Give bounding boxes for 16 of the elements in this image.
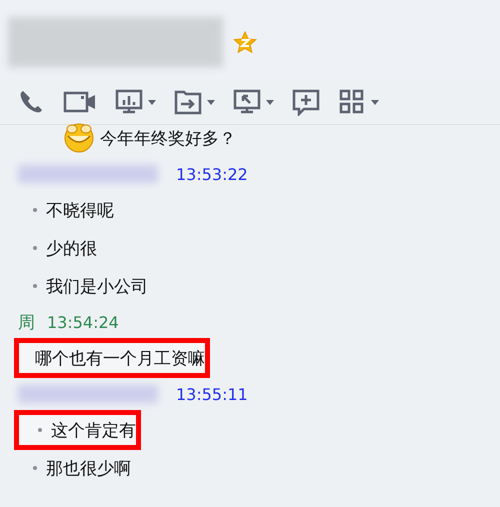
message-time: 13:54:24 xyxy=(47,312,119,332)
message-text: 这个肯定有 xyxy=(51,420,136,442)
message-text: 少的很 xyxy=(46,238,97,260)
message-text: 那也很少啊 xyxy=(46,458,131,480)
grid-icon xyxy=(338,88,366,116)
monitor-chart-icon xyxy=(115,88,143,116)
chat-plus-icon xyxy=(292,88,320,116)
message-time: 13:55:11 xyxy=(176,384,248,404)
monitor-cursor-icon xyxy=(233,88,261,116)
folder-arrow-icon xyxy=(174,88,202,116)
message-text: 今年年终奖好多？ xyxy=(100,128,236,150)
message-text: 不晓得呢 xyxy=(46,200,114,222)
message-text: 我们是小公司 xyxy=(46,276,148,298)
message-text: 哪个也有一个月工资嘛 xyxy=(35,348,205,370)
message-time: 13:53:22 xyxy=(176,164,248,184)
sender-name: 周 xyxy=(18,312,35,334)
